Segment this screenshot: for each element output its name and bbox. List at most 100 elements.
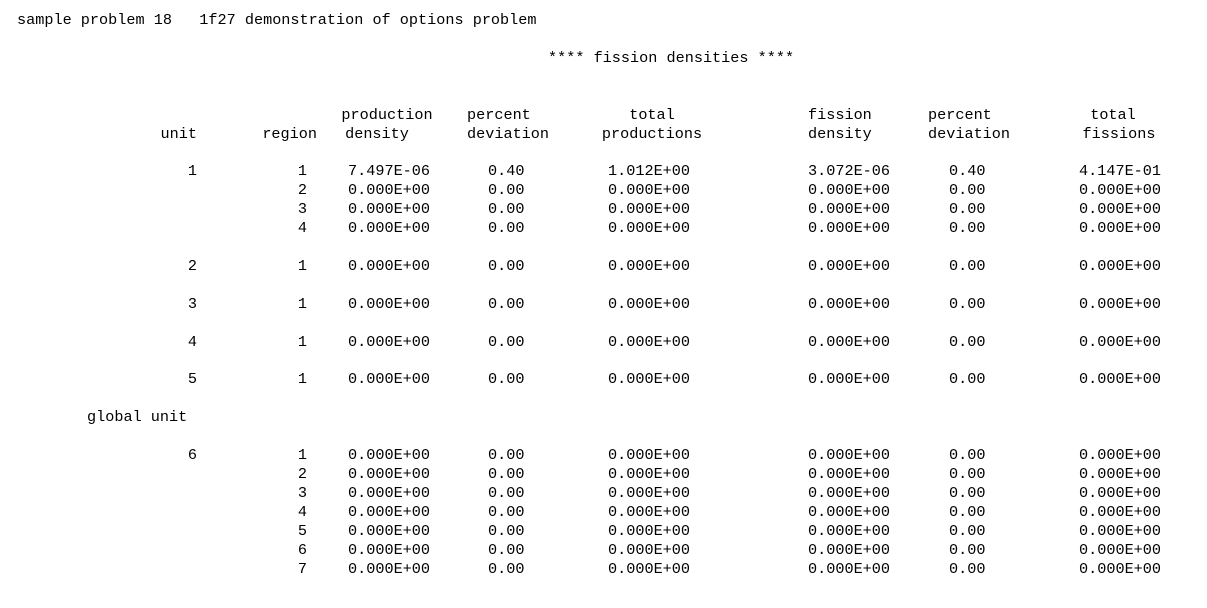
cell-total-fissions: 0.000E+00	[1079, 484, 1162, 502]
cell-fission-deviation: 0.00	[949, 484, 986, 502]
header-fission-deviation-2: deviation	[928, 125, 1011, 143]
cell-fission-deviation: 0.00	[949, 219, 986, 237]
cell-fission-deviation: 0.40	[949, 162, 986, 180]
cell-total-productions: 0.000E+00	[608, 181, 691, 199]
cell-fission-density: 0.000E+00	[808, 370, 891, 388]
cell-production-deviation: 0.00	[488, 446, 525, 464]
cell-production-density: 0.000E+00	[348, 181, 431, 199]
table-row: 2 0.000E+00 0.00 0.000E+00 0.000E+00 0.00 0.00…	[0, 181, 1207, 200]
cell-fission-density: 0.000E+00	[808, 257, 891, 275]
cell-total-fissions: 0.000E+00	[1079, 219, 1162, 237]
header-total-productions-1: total	[629, 106, 675, 124]
cell-fission-deviation: 0.00	[949, 181, 986, 199]
global-unit-label: global unit	[87, 408, 188, 426]
cell-total-fissions: 0.000E+00	[1079, 522, 1162, 540]
cell-total-productions: 0.000E+00	[608, 465, 691, 483]
header-total-productions-2: productions	[601, 125, 703, 143]
cell-total-fissions: 4.147E-01	[1079, 162, 1162, 180]
cell-production-deviation: 0.00	[488, 257, 525, 275]
cell-fission-density: 0.000E+00	[808, 541, 891, 559]
cell-total-productions: 0.000E+00	[608, 333, 691, 351]
cell-production-deviation: 0.40	[488, 162, 525, 180]
header-production-deviation-2: deviation	[467, 125, 550, 143]
cell-fission-deviation: 0.00	[949, 257, 986, 275]
cell-production-density: 7.497E-06	[348, 162, 431, 180]
cell-total-productions: 0.000E+00	[608, 541, 691, 559]
cell-total-productions: 0.000E+00	[608, 295, 691, 313]
cell-region: 1	[297, 257, 307, 275]
cell-unit: 3	[187, 295, 197, 313]
cell-production-density: 0.000E+00	[348, 465, 431, 483]
table-row: 7 0.000E+00 0.00 0.000E+00 0.000E+00 0.00 0.00…	[0, 560, 1207, 579]
cell-fission-deviation: 0.00	[949, 446, 986, 464]
header-region: region	[262, 125, 317, 143]
table-row: 5 1 0.000E+00 0.00 0.000E+00 0.000E+00 0.00 0.0…	[0, 370, 1207, 389]
cell-total-productions: 0.000E+00	[608, 257, 691, 275]
cell-production-deviation: 0.00	[488, 370, 525, 388]
cell-total-fissions: 0.000E+00	[1079, 503, 1162, 521]
table-row: 4 1 0.000E+00 0.00 0.000E+00 0.000E+00 0.00 0.0…	[0, 333, 1207, 352]
cell-production-deviation: 0.00	[488, 295, 525, 313]
cell-unit: 4	[187, 333, 197, 351]
table-row: 6 1 0.000E+00 0.00 0.000E+00 0.000E+00 0.00 0.0…	[0, 446, 1207, 465]
cell-fission-deviation: 0.00	[949, 465, 986, 483]
cell-unit: 1	[187, 162, 197, 180]
cell-total-fissions: 0.000E+00	[1079, 200, 1162, 218]
cell-region: 4	[297, 219, 307, 237]
cell-total-fissions: 0.000E+00	[1079, 370, 1162, 388]
cell-fission-density: 0.000E+00	[808, 522, 891, 540]
cell-total-productions: 0.000E+00	[608, 503, 691, 521]
cell-production-density: 0.000E+00	[348, 484, 431, 502]
cell-total-fissions: 0.000E+00	[1079, 465, 1162, 483]
section-title: **** fission densities ****	[548, 49, 795, 67]
cell-production-deviation: 0.00	[488, 219, 525, 237]
cell-fission-density: 0.000E+00	[808, 560, 891, 578]
cell-production-density: 0.000E+00	[348, 333, 431, 351]
cell-fission-deviation: 0.00	[949, 370, 986, 388]
cell-region: 1	[297, 446, 307, 464]
cell-production-density: 0.000E+00	[348, 503, 431, 521]
cell-total-fissions: 0.000E+00	[1079, 333, 1162, 351]
cell-production-density: 0.000E+00	[348, 295, 431, 313]
cell-total-productions: 0.000E+00	[608, 200, 691, 218]
cell-production-deviation: 0.00	[488, 541, 525, 559]
cell-total-fissions: 0.000E+00	[1079, 181, 1162, 199]
cell-fission-deviation: 0.00	[949, 333, 986, 351]
cell-fission-deviation: 0.00	[949, 503, 986, 521]
problem-title: sample problem 18 1f27 demonstration of …	[17, 11, 537, 29]
cell-total-productions: 0.000E+00	[608, 446, 691, 464]
cell-total-fissions: 0.000E+00	[1079, 446, 1162, 464]
cell-region: 5	[297, 522, 307, 540]
cell-region: 6	[297, 541, 307, 559]
table-row: 1 1 7.497E-06 0.40 1.012E+00 3.072E-06 0.40 4.1…	[0, 162, 1207, 181]
cell-fission-deviation: 0.00	[949, 200, 986, 218]
cell-production-density: 0.000E+00	[348, 446, 431, 464]
cell-fission-density: 0.000E+00	[808, 484, 891, 502]
cell-region: 1	[297, 370, 307, 388]
cell-region: 1	[297, 162, 307, 180]
header-unit: unit	[160, 125, 197, 143]
cell-region: 1	[297, 295, 307, 313]
cell-unit: 2	[187, 257, 197, 275]
cell-fission-density: 0.000E+00	[808, 446, 891, 464]
cell-production-deviation: 0.00	[488, 560, 525, 578]
cell-fission-density: 0.000E+00	[808, 200, 891, 218]
table-row: 6 0.000E+00 0.00 0.000E+00 0.000E+00 0.00 0.00…	[0, 541, 1207, 560]
cell-production-density: 0.000E+00	[348, 370, 431, 388]
cell-production-deviation: 0.00	[488, 522, 525, 540]
cell-fission-density: 0.000E+00	[808, 181, 891, 199]
table-row: 2 0.000E+00 0.00 0.000E+00 0.000E+00 0.00 0.00…	[0, 465, 1207, 484]
cell-unit: 5	[187, 370, 197, 388]
table-row: 2 1 0.000E+00 0.00 0.000E+00 0.000E+00 0.00 0.0…	[0, 257, 1207, 276]
table-row: 4 0.000E+00 0.00 0.000E+00 0.000E+00 0.00 0.00…	[0, 503, 1207, 522]
header-fission-density-1: fission	[808, 106, 872, 124]
cell-region: 4	[297, 503, 307, 521]
cell-total-productions: 0.000E+00	[608, 522, 691, 540]
table-row: 3 0.000E+00 0.00 0.000E+00 0.000E+00 0.00 0.00…	[0, 200, 1207, 219]
cell-fission-deviation: 0.00	[949, 522, 986, 540]
table-row: 3 1 0.000E+00 0.00 0.000E+00 0.000E+00 0.00 0.0…	[0, 295, 1207, 314]
cell-fission-deviation: 0.00	[949, 541, 986, 559]
cell-fission-density: 0.000E+00	[808, 333, 891, 351]
cell-total-productions: 0.000E+00	[608, 219, 691, 237]
cell-total-fissions: 0.000E+00	[1079, 560, 1162, 578]
